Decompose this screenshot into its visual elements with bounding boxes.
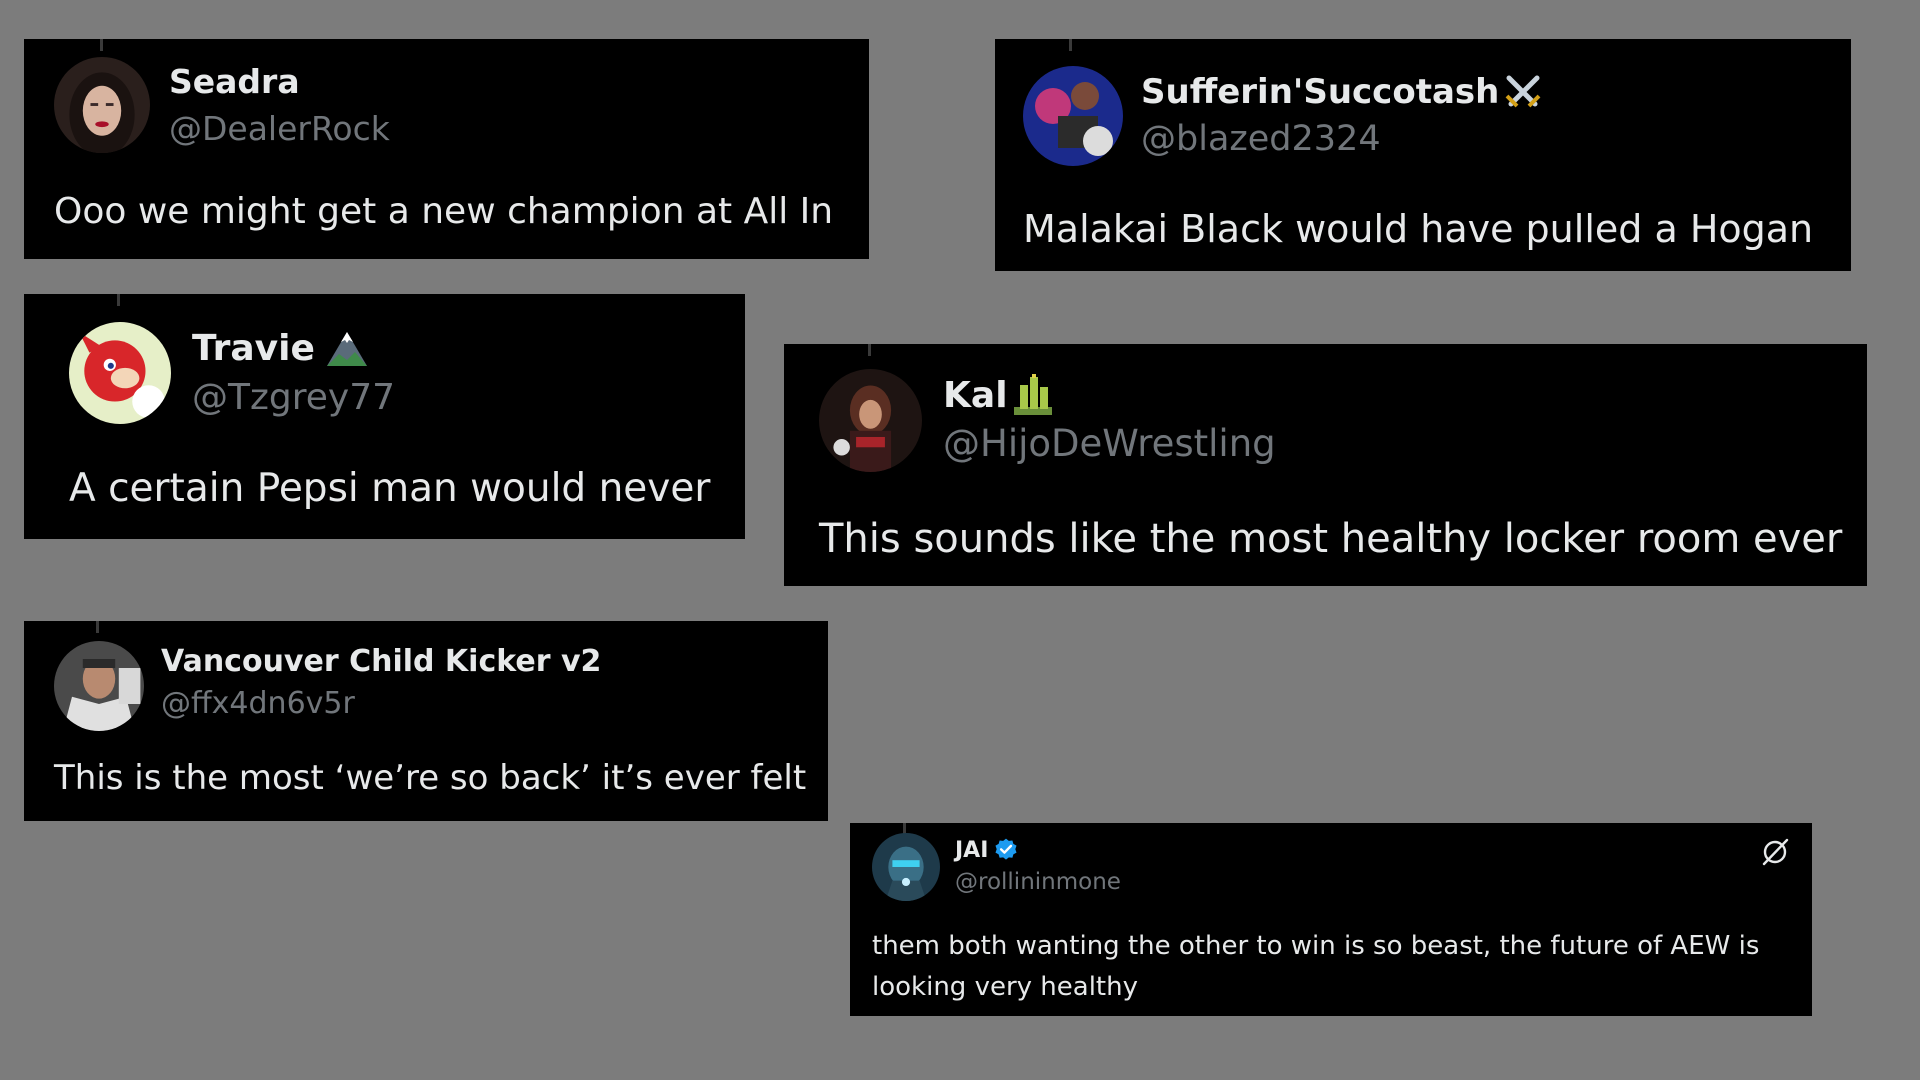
name-row: Kal xyxy=(943,371,1054,419)
user-handle[interactable]: @DealerRock xyxy=(169,109,390,148)
avatar[interactable] xyxy=(819,369,922,472)
mountain-icon xyxy=(325,328,369,368)
display-name[interactable]: Vancouver Child Kicker v2 xyxy=(161,644,601,679)
tweet-card[interactable]: Kal @HijoDeWrestling This sounds like th… xyxy=(784,344,1867,586)
display-name[interactable]: Seadra xyxy=(169,62,300,101)
thread-connector xyxy=(868,344,871,356)
display-name[interactable]: Sufferin'Succotash xyxy=(1141,72,1499,112)
avatar[interactable] xyxy=(54,57,150,153)
display-name[interactable]: Travie xyxy=(192,328,315,369)
tweet-text: This is the most ‘we’re so back’ it’s ev… xyxy=(54,758,807,798)
user-handle[interactable]: @Tzgrey77 xyxy=(192,377,395,418)
name-row: Travie xyxy=(192,324,369,372)
tweet-card[interactable]: Seadra @DealerRock Ooo we might get a ne… xyxy=(24,39,869,259)
tweet-text: Ooo we might get a new champion at All I… xyxy=(54,191,834,232)
tower-icon xyxy=(1012,373,1054,417)
thread-connector xyxy=(100,39,103,51)
tweet-text: them both wanting the other to win is so… xyxy=(872,931,1760,1002)
tweet-card[interactable]: Travie @Tzgrey77 A certain Pepsi man wou… xyxy=(24,294,745,539)
grok-icon[interactable] xyxy=(1760,837,1790,867)
thread-connector xyxy=(117,294,120,306)
avatar[interactable] xyxy=(54,641,144,731)
thread-connector xyxy=(1069,39,1072,51)
avatar[interactable] xyxy=(1023,66,1123,166)
thread-connector xyxy=(96,621,99,633)
tweet-card[interactable]: Vancouver Child Kicker v2 @ffx4dn6v5r Th… xyxy=(24,621,828,821)
user-handle[interactable]: @ffx4dn6v5r xyxy=(161,686,355,721)
user-handle[interactable]: @rollininmone xyxy=(955,869,1121,895)
avatar[interactable] xyxy=(872,833,940,901)
avatar[interactable] xyxy=(69,322,171,424)
user-handle[interactable]: @HijoDeWrestling xyxy=(943,422,1276,465)
crossed-swords-icon xyxy=(1503,72,1543,112)
name-row: Seadra xyxy=(169,59,300,103)
tweet-text: Malakai Black would have pulled a Hogan xyxy=(1023,207,1814,251)
tweet-card[interactable]: Sufferin'Succotash @blazed2324 Malakai B… xyxy=(995,39,1851,271)
name-row: Sufferin'Succotash xyxy=(1141,69,1543,115)
name-row: JAI xyxy=(955,835,1019,865)
tweet-card[interactable]: JAI @rollininmone them both wanting the … xyxy=(850,823,1812,1016)
name-row: Vancouver Child Kicker v2 xyxy=(161,641,601,681)
tweet-text: A certain Pepsi man would never xyxy=(69,466,711,511)
display-name[interactable]: Kal xyxy=(943,375,1008,416)
display-name[interactable]: JAI xyxy=(955,838,988,863)
verified-badge-icon xyxy=(993,837,1019,863)
tweet-text: This sounds like the most healthy locker… xyxy=(819,516,1843,562)
user-handle[interactable]: @blazed2324 xyxy=(1141,119,1381,159)
